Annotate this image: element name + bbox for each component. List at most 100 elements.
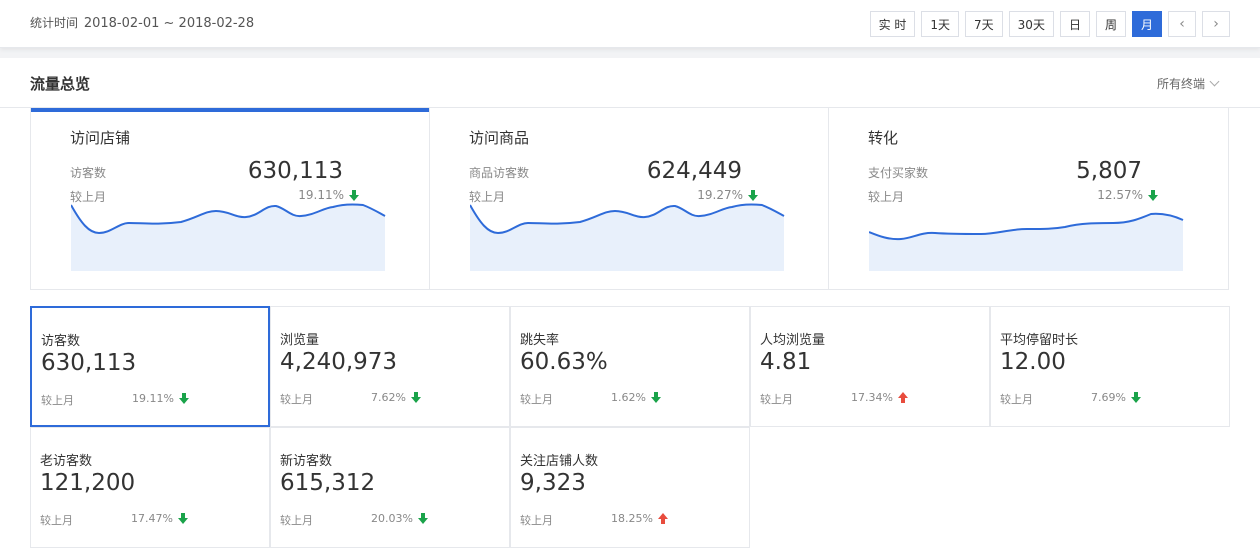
metric-change: 1.62% (611, 391, 661, 404)
metric-avg-duration[interactable]: 平均停留时长 12.00 较上月 7.69% (990, 306, 1230, 427)
metric-value: 4.81 (760, 349, 812, 375)
card-value: 5,807 (1076, 158, 1142, 184)
metric-change-value: 20.03% (371, 512, 413, 525)
period-realtime-button[interactable]: 实 时 (869, 11, 916, 37)
metric-change: 7.62% (371, 391, 421, 404)
metric-value: 60.63% (520, 349, 608, 375)
chevron-right-icon: › (1213, 16, 1219, 32)
metric-change: 17.34% (851, 391, 908, 404)
period-1day-button[interactable]: 1天 (921, 11, 960, 37)
metric-compare-label: 较上月 (41, 394, 74, 407)
card-title: 访问商品 (469, 129, 530, 147)
metric-change-value: 18.25% (611, 512, 653, 525)
metric-change-value: 7.62% (371, 391, 406, 404)
metric-returning-visitors[interactable]: 老访客数 121,200 较上月 17.47% (30, 427, 270, 548)
metric-compare-label: 较上月 (760, 393, 793, 406)
card-change-value: 19.11% (298, 188, 344, 202)
metric-label: 人均浏览量 (760, 333, 826, 348)
metric-value: 630,113 (41, 350, 137, 376)
terminal-dropdown[interactable]: 所有终端 (1156, 75, 1220, 92)
metric-change: 17.47% (131, 512, 188, 525)
period-week-button[interactable]: 周 (1095, 11, 1126, 37)
card-title: 访问店铺 (70, 129, 131, 147)
terminal-label: 所有终端 (1156, 77, 1205, 91)
metric-new-visitors[interactable]: 新访客数 615,312 较上月 20.03% (270, 427, 510, 548)
card-store-visits[interactable]: 访问店铺 访客数 630,113 较上月 19.11% (31, 108, 430, 290)
card-value: 624,449 (646, 158, 742, 184)
sparkline-area (71, 204, 385, 271)
metric-compare-label: 较上月 (40, 514, 73, 527)
metric-value: 121,200 (40, 470, 136, 496)
metric-value: 4,240,973 (280, 349, 398, 375)
metric-change-value: 1.62% (611, 391, 646, 404)
sparkline-area (869, 213, 1183, 271)
period-day-button[interactable]: 日 (1059, 11, 1090, 37)
card-change: 19.27% (697, 188, 758, 202)
metric-store-followers[interactable]: 关注店铺人数 9,323 较上月 18.25% (510, 427, 750, 548)
summary-cards: 访问店铺 访客数 630,113 较上月 19.11% 访问商品 商品访客数 6… (30, 108, 1229, 290)
card-sub-label: 访客数 (70, 166, 107, 180)
date-range-value: 2018-02-01 ~ 2018-02-28 (83, 16, 255, 31)
metric-compare-label: 较上月 (280, 393, 313, 406)
arrow-down-icon (1130, 392, 1141, 403)
metric-pageviews[interactable]: 浏览量 4,240,973 较上月 7.62% (270, 306, 510, 427)
metric-visitors[interactable]: 访客数 630,113 较上月 19.11% (30, 306, 270, 427)
arrow-down-icon (417, 513, 428, 524)
arrow-down-icon (349, 189, 359, 201)
traffic-overview-panel: 流量总览 所有终端 访问店铺 访客数 630,113 较上月 19.11% 访问… (0, 58, 1260, 551)
metric-compare-label: 较上月 (1000, 393, 1033, 406)
metric-change: 20.03% (371, 512, 428, 525)
metric-change-value: 7.69% (1091, 391, 1126, 404)
metric-label: 跳失率 (520, 333, 560, 348)
arrow-down-icon (410, 392, 421, 403)
metric-compare-label: 较上月 (520, 514, 553, 527)
card-product-visits[interactable]: 访问商品 商品访客数 624,449 较上月 19.27% (430, 108, 829, 290)
metric-label: 关注店铺人数 (520, 454, 599, 469)
metric-value: 615,312 (280, 470, 376, 496)
arrow-down-icon (650, 392, 661, 403)
card-sub-label: 支付买家数 (868, 166, 929, 180)
arrow-down-icon (1148, 189, 1158, 201)
metric-label: 浏览量 (280, 333, 320, 348)
metric-label: 访客数 (41, 334, 81, 349)
period-selector: 实 时 1天 7天 30天 日 周 月 ‹ › (869, 11, 1230, 37)
sparkline-conversion (869, 212, 1184, 271)
date-range: 统计时间 2018-02-01 ~ 2018-02-28 (30, 14, 254, 31)
chevron-down-icon (1209, 76, 1220, 87)
metric-value: 12.00 (1000, 349, 1066, 375)
period-month-button[interactable]: 月 (1131, 11, 1162, 37)
card-conversion[interactable]: 转化 支付买家数 5,807 较上月 12.57% (829, 108, 1228, 290)
prev-period-button[interactable]: ‹ (1168, 11, 1196, 37)
metric-bounce-rate[interactable]: 跳失率 60.63% 较上月 1.62% (510, 306, 750, 427)
metric-compare-label: 较上月 (280, 514, 313, 527)
arrow-up-icon (897, 392, 908, 403)
metric-change-value: 17.34% (851, 391, 893, 404)
metric-change: 7.69% (1091, 391, 1141, 404)
metric-change: 18.25% (611, 512, 668, 525)
period-30day-button[interactable]: 30天 (1008, 11, 1054, 37)
metric-label: 老访客数 (40, 454, 93, 469)
card-title: 转化 (868, 129, 899, 147)
metric-avg-pageviews[interactable]: 人均浏览量 4.81 较上月 17.34% (750, 306, 990, 427)
metric-label: 新访客数 (280, 454, 333, 469)
top-bar: 统计时间 2018-02-01 ~ 2018-02-28 实 时 1天 7天 3… (0, 0, 1260, 48)
sparkline-store-visits (71, 203, 386, 271)
metric-change-value: 17.47% (131, 512, 173, 525)
metric-label: 平均停留时长 (1000, 333, 1079, 348)
arrow-down-icon (748, 189, 758, 201)
arrow-down-icon (177, 513, 188, 524)
chevron-left-icon: ‹ (1179, 16, 1185, 32)
period-7day-button[interactable]: 7天 (965, 11, 1003, 37)
card-change: 12.57% (1097, 188, 1158, 202)
card-change: 19.11% (298, 188, 359, 202)
sparkline-area (470, 204, 784, 271)
card-value: 630,113 (247, 158, 343, 184)
card-sub-label: 商品访客数 (469, 166, 530, 180)
metric-value: 9,323 (520, 470, 586, 496)
card-change-value: 12.57% (1097, 188, 1143, 202)
arrow-down-icon (178, 393, 189, 404)
metric-change: 19.11% (132, 392, 189, 405)
arrow-up-icon (657, 513, 668, 524)
next-period-button[interactable]: › (1202, 11, 1230, 37)
metric-change-value: 19.11% (132, 392, 174, 405)
